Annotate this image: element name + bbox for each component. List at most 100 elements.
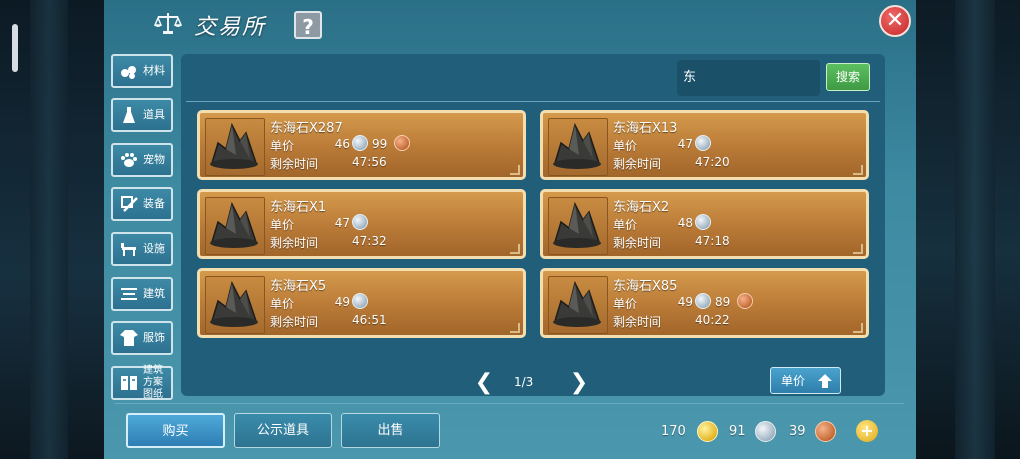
nav-item-props[interactable]: 道具 xyxy=(111,98,173,132)
nav-label: 设施 xyxy=(143,242,165,255)
item-thumbnail xyxy=(548,197,608,255)
close-button[interactable]: ✕ xyxy=(879,5,911,37)
card-corner-ornament xyxy=(853,165,863,175)
nav-item-clothing[interactable]: 服饰 xyxy=(111,321,173,355)
nav-label: 宠物 xyxy=(143,153,165,166)
item-name: 东海石X287 xyxy=(270,121,343,136)
time-left-value: 40:22 xyxy=(695,313,730,327)
bottom-divider xyxy=(114,403,904,404)
unit-price-label: 单价 xyxy=(270,297,295,311)
silver-price: 49 xyxy=(677,295,693,309)
nav-label: 材料 xyxy=(143,64,165,77)
card-corner-ornament xyxy=(510,165,520,175)
prev-page-button[interactable]: ❮ xyxy=(474,371,494,395)
sea-stone-icon xyxy=(549,201,605,256)
tab-public-items[interactable]: 公示道具 xyxy=(234,413,332,448)
copper-coin-icon xyxy=(815,421,836,442)
nav-label: 装备 xyxy=(143,197,165,210)
nav-item-materials[interactable]: 材料 xyxy=(111,54,173,88)
listing-card[interactable]: 东海石X287 单价 46 99 剩余时间 47:56 xyxy=(197,110,526,180)
item-name: 东海石X2 xyxy=(613,200,670,215)
tab-buy[interactable]: 购买 xyxy=(126,413,225,448)
item-name: 东海石X13 xyxy=(613,121,678,136)
time-left-value: 47:18 xyxy=(695,234,730,248)
silver-price: 49 xyxy=(334,295,350,309)
copper-coin-icon xyxy=(737,293,753,309)
copper-price: 89 xyxy=(715,295,731,309)
listing-card[interactable]: 东海石X2 单价 48 剩余时间 47:18 xyxy=(540,189,869,259)
silver-coin-icon xyxy=(695,293,711,309)
card-corner-ornament xyxy=(510,244,520,254)
background-pillar-left xyxy=(30,0,68,459)
item-thumbnail xyxy=(548,276,608,334)
unit-price-label: 单价 xyxy=(613,139,638,153)
pet-paw-icon xyxy=(119,150,139,170)
sea-stone-icon xyxy=(206,122,262,177)
nav-item-facilities[interactable]: 设施 xyxy=(111,232,173,266)
sea-stone-icon xyxy=(206,280,262,335)
unit-price-label: 单价 xyxy=(270,139,295,153)
listing-card[interactable]: 东海石X13 单价 47 剩余时间 47:20 xyxy=(540,110,869,180)
time-left-value: 47:32 xyxy=(352,234,387,248)
sort-arrow-icon xyxy=(817,373,833,389)
gold-coin-icon xyxy=(697,421,718,442)
item-name: 东海石X85 xyxy=(613,279,678,294)
card-corner-ornament xyxy=(853,244,863,254)
nav-item-equipment[interactable]: 装备 xyxy=(111,187,173,221)
silver-amount: 91 xyxy=(729,424,746,439)
sort-by-price-button[interactable]: 单价 xyxy=(770,367,841,394)
card-corner-ornament xyxy=(853,323,863,333)
window-title: 交易所 xyxy=(194,15,267,40)
sea-stone-icon xyxy=(549,122,605,177)
unit-price-label: 单价 xyxy=(613,218,638,232)
copper-price: 99 xyxy=(372,137,388,151)
panel-divider xyxy=(186,101,880,102)
search-button[interactable]: 搜索 xyxy=(826,63,870,91)
item-name: 东海石X5 xyxy=(270,279,327,294)
silver-price: 48 xyxy=(677,216,693,230)
tab-sell[interactable]: 出售 xyxy=(341,413,440,448)
scales-icon xyxy=(153,10,183,36)
add-currency-button[interactable]: + xyxy=(856,420,878,442)
card-corner-ornament xyxy=(510,323,520,333)
listing-card[interactable]: 东海石X85 单价 49 89 剩余时间 40:22 xyxy=(540,268,869,338)
nav-label: 建筑 xyxy=(143,287,165,300)
listing-card[interactable]: 东海石X1 单价 47 剩余时间 47:32 xyxy=(197,189,526,259)
nav-label: 服饰 xyxy=(143,331,165,344)
blueprint-icon xyxy=(119,373,139,393)
unit-price-label: 单价 xyxy=(270,218,295,232)
facility-icon xyxy=(119,239,139,259)
next-page-button[interactable]: ❯ xyxy=(569,371,589,395)
time-left-label: 剩余时间 xyxy=(613,236,662,250)
sort-label: 单价 xyxy=(781,374,806,388)
page-indicator: 1/3 xyxy=(514,375,534,389)
item-name: 东海石X1 xyxy=(270,200,327,215)
title-bar: 交易所 ? ✕ xyxy=(104,0,916,46)
item-thumbnail xyxy=(205,197,265,255)
silver-price: 47 xyxy=(677,137,693,151)
copper-coin-icon xyxy=(394,135,410,151)
nav-label: 道具 xyxy=(143,108,165,121)
nav-label: 建筑方案图纸 xyxy=(143,365,163,400)
time-left-label: 剩余时间 xyxy=(270,236,319,250)
copper-amount: 39 xyxy=(789,424,806,439)
nav-item-buildings[interactable]: 建筑 xyxy=(111,277,173,311)
listing-card[interactable]: 东海石X5 单价 49 剩余时间 46:51 xyxy=(197,268,526,338)
time-left-value: 47:56 xyxy=(352,155,387,169)
silver-price: 47 xyxy=(334,216,350,230)
silver-coin-icon xyxy=(352,293,368,309)
item-thumbnail xyxy=(205,276,265,334)
nav-item-blueprints[interactable]: 建筑方案图纸 xyxy=(111,365,173,400)
time-left-label: 剩余时间 xyxy=(270,315,319,329)
nav-item-pets[interactable]: 宠物 xyxy=(111,143,173,177)
background-pillar-right xyxy=(955,0,995,459)
unit-price-label: 单价 xyxy=(613,297,638,311)
sea-stone-icon xyxy=(206,201,262,256)
time-left-label: 剩余时间 xyxy=(613,157,662,171)
help-button[interactable]: ? xyxy=(294,11,322,39)
side-drag-handle[interactable] xyxy=(12,24,18,72)
time-left-label: 剩余时间 xyxy=(270,157,319,171)
exchange-window: 交易所 ? ✕ 材料 道具 宠物 装备 设施 建筑 服饰 建筑方案图纸 东 搜索… xyxy=(104,0,916,459)
search-input[interactable]: 东 xyxy=(677,60,820,96)
equipment-icon xyxy=(119,194,139,214)
